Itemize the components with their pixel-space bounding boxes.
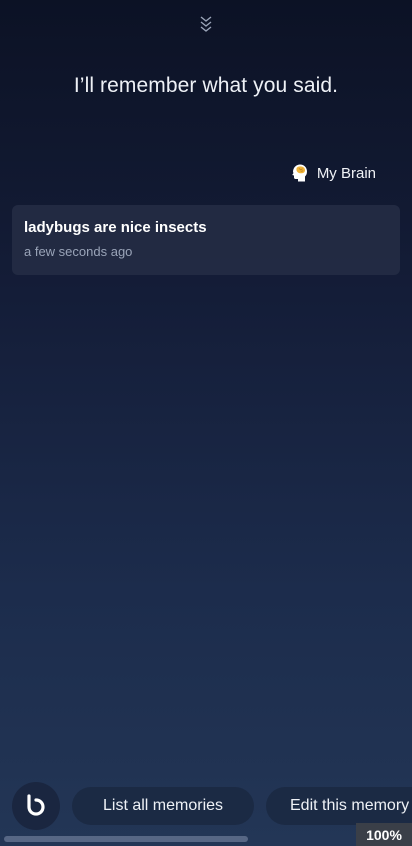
horizontal-scrollbar[interactable] bbox=[4, 836, 248, 842]
memory-card[interactable]: ladybugs are nice insects a few seconds … bbox=[12, 205, 400, 275]
zoom-level-badge: 100% bbox=[356, 823, 412, 846]
bixby-logo-icon bbox=[27, 794, 45, 816]
suggestion-bar: List all memories Edit this memory bbox=[0, 782, 412, 832]
my-brain-label: My Brain bbox=[316, 164, 376, 182]
my-brain-link[interactable]: My Brain bbox=[289, 160, 376, 186]
suggestion-chip-edit-memory[interactable]: Edit this memory bbox=[266, 787, 412, 825]
double-chevron-down-icon bbox=[200, 16, 212, 32]
collapse-handle[interactable] bbox=[196, 12, 216, 36]
response-headline: I’ll remember what you said. bbox=[73, 74, 339, 97]
memory-text: ladybugs are nice insects bbox=[24, 219, 207, 236]
brain-head-icon bbox=[292, 164, 307, 182]
suggestion-chip-list-memories[interactable]: List all memories bbox=[72, 787, 254, 825]
bixby-button[interactable] bbox=[12, 782, 60, 830]
memory-timestamp: a few seconds ago bbox=[24, 244, 133, 259]
